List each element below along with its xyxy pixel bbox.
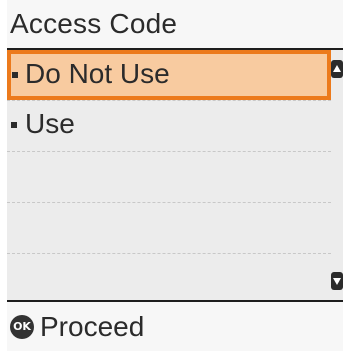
- menu-item-label: Use: [25, 108, 75, 139]
- menu-item-do-not-use[interactable]: Do Not Use: [7, 50, 331, 100]
- scroll-down-icon[interactable]: [331, 272, 343, 290]
- scroll-up-icon[interactable]: [331, 60, 343, 78]
- screen-panel: Access Code Do Not Use Use OK Proceed: [7, 0, 343, 351]
- scrollbar[interactable]: [331, 50, 343, 300]
- menu-item-use[interactable]: Use: [7, 101, 331, 151]
- title-bar: Access Code: [7, 0, 343, 50]
- menu-item-label: Do Not Use: [25, 58, 170, 89]
- ok-button-icon[interactable]: OK: [10, 315, 34, 339]
- triangle-down-glyph: [333, 278, 341, 285]
- printer-lcd-screen: Access Code Do Not Use Use OK Proceed: [0, 0, 350, 351]
- proceed-label: Proceed: [40, 311, 145, 342]
- empty-list-row: [7, 152, 331, 202]
- list-divider: [7, 253, 331, 254]
- empty-list-row: [7, 203, 331, 253]
- page-title: Access Code: [10, 8, 178, 39]
- option-list: Do Not Use Use: [7, 50, 343, 300]
- triangle-up-glyph: [333, 65, 341, 72]
- bullet-icon: [12, 72, 18, 78]
- bullet-icon: [11, 122, 17, 128]
- footer-bar: OK Proceed: [7, 300, 343, 351]
